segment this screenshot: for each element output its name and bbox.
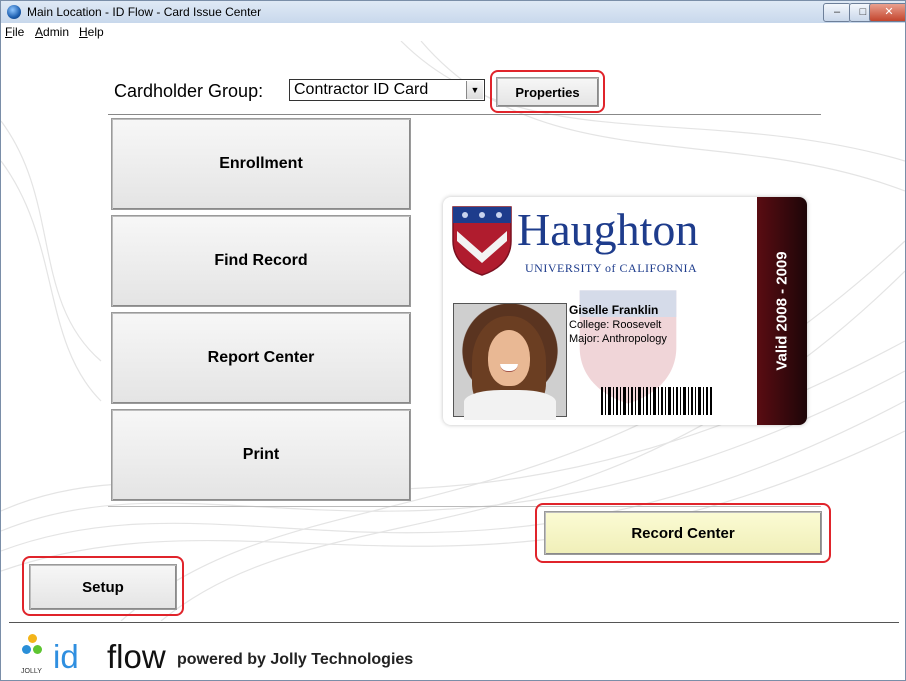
- find-record-button[interactable]: Find Record: [111, 215, 411, 307]
- cardholder-college: College: Roosevelt: [569, 319, 662, 331]
- university-crest-icon: [452, 206, 512, 276]
- brand-flow-text: flow: [107, 638, 166, 675]
- menu-file[interactable]: File: [5, 25, 24, 39]
- chevron-down-icon[interactable]: ▼: [466, 81, 483, 99]
- cardholder-major: Major: Anthropology: [569, 333, 667, 345]
- cardholder-group-label: Cardholder Group:: [114, 81, 264, 101]
- app-icon: [7, 5, 21, 19]
- menu-admin[interactable]: Admin: [35, 25, 69, 39]
- report-center-button[interactable]: Report Center: [111, 312, 411, 404]
- cardholder-name: Giselle Franklin: [569, 303, 659, 317]
- title-bar: Main Location - ID Flow - Card Issue Cen…: [1, 1, 905, 23]
- cardholder-photo: [453, 303, 567, 420]
- main-window: Main Location - ID Flow - Card Issue Cen…: [0, 0, 906, 681]
- cardholder-group-value: Contractor ID Card: [294, 81, 429, 98]
- enrollment-button[interactable]: Enrollment: [111, 118, 411, 210]
- card-valid-band: Valid 2008 - 2009: [757, 197, 807, 425]
- properties-button[interactable]: Properties: [496, 77, 599, 107]
- menu-help[interactable]: Help: [79, 25, 104, 39]
- minimize-button[interactable]: –: [823, 3, 851, 22]
- setup-button[interactable]: Setup: [29, 564, 177, 610]
- print-button[interactable]: Print: [111, 409, 411, 501]
- powered-by-text: powered by Jolly Technologies: [177, 651, 414, 668]
- barcode-icon: [601, 387, 712, 415]
- cardholder-group-select[interactable]: Contractor ID Card ▼: [289, 79, 485, 101]
- brand-id-text: id: [53, 638, 79, 675]
- footer-divider: [9, 622, 899, 623]
- logo-caption: JOLLY: [21, 668, 42, 675]
- card-university-name: Haughton: [517, 204, 699, 255]
- id-card-preview: Haughton UNIVERSITY of CALIFORNIA Gisell…: [443, 197, 807, 425]
- close-button[interactable]: ✕: [869, 3, 905, 22]
- menu-bar: File Admin Help: [1, 23, 905, 41]
- card-university-subtitle: UNIVERSITY of CALIFORNIA: [525, 261, 698, 275]
- window-title: Main Location - ID Flow - Card Issue Cen…: [27, 5, 262, 19]
- top-divider: [108, 114, 821, 115]
- card-valid-text: Valid 2008 - 2009: [773, 251, 791, 371]
- record-center-button[interactable]: Record Center: [544, 511, 822, 555]
